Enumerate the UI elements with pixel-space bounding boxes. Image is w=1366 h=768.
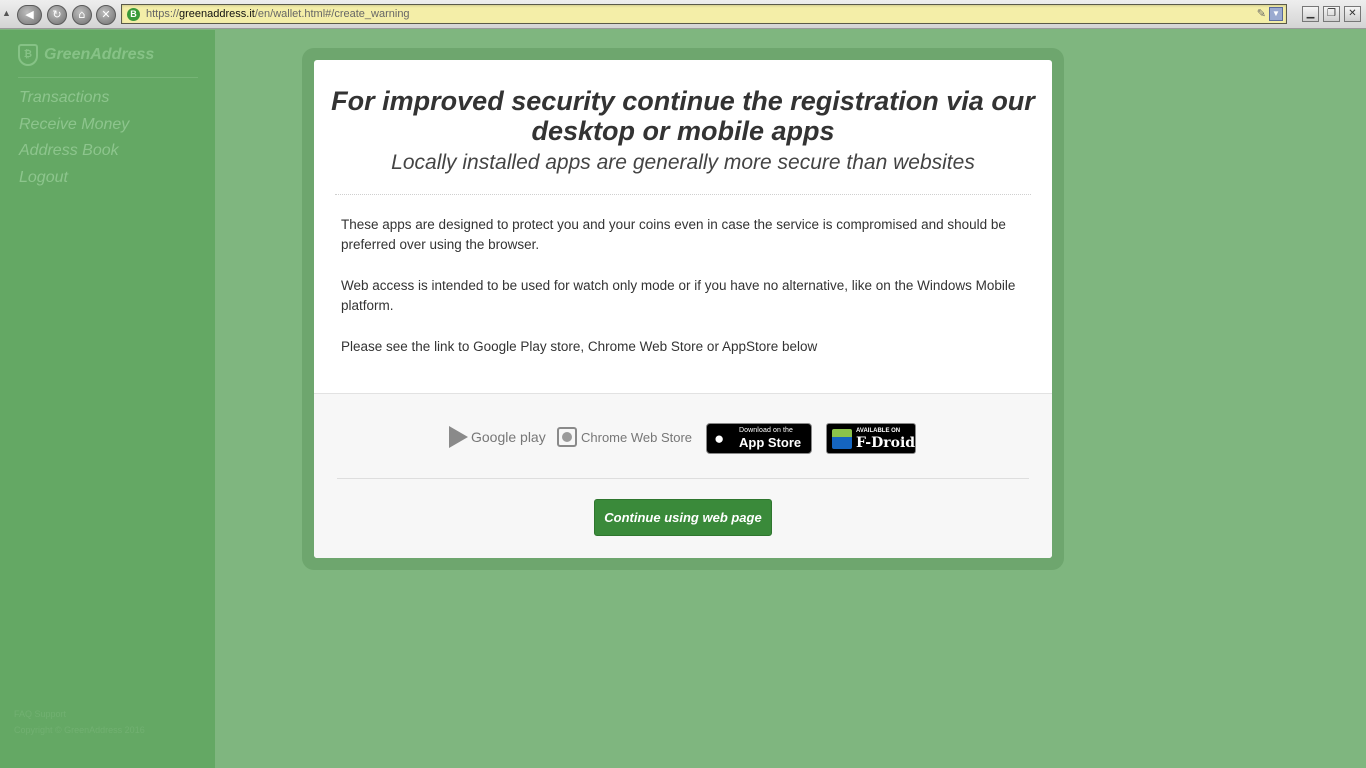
google-play-label: Google play bbox=[471, 429, 546, 445]
create-warning-modal: For improved security continue the regis… bbox=[314, 60, 1052, 558]
toolbar-grip-icon: ▲ bbox=[2, 8, 11, 18]
fdroid-icon bbox=[832, 429, 852, 449]
google-play-icon bbox=[449, 426, 468, 448]
app-store-badge[interactable]: ● Download on the App Store bbox=[706, 423, 812, 454]
sidebar-divider bbox=[18, 77, 198, 78]
copyright: Copyright © GreenAddress 2016 bbox=[14, 725, 145, 735]
browser-toolbar: ▲ ◀ ↻ ⌂ ✕ B https://greenaddress.it/en/w… bbox=[0, 0, 1366, 29]
google-play-link[interactable]: Google play bbox=[449, 426, 546, 448]
history-dropdown-icon[interactable]: ▼ bbox=[1269, 7, 1283, 21]
minimize-icon[interactable]: ▁ bbox=[1302, 6, 1319, 22]
fdroid-small-text: AVAILABLE ON bbox=[856, 428, 901, 434]
sidebar-item-receive-money[interactable]: Receive Money bbox=[19, 115, 129, 142]
site-favicon-icon: B bbox=[127, 8, 140, 21]
url-text[interactable]: https://greenaddress.it/en/wallet.html#/… bbox=[146, 8, 410, 20]
sidebar: ₿ GreenAddress Transactions Receive Mone… bbox=[0, 30, 215, 768]
modal-body: These apps are designed to protect you a… bbox=[341, 215, 1031, 378]
paragraph-store-links: Please see the link to Google Play store… bbox=[341, 339, 818, 354]
paragraph-protect: These apps are designed to protect you a… bbox=[341, 217, 1006, 252]
url-host: greenaddress.it bbox=[179, 8, 255, 20]
home-icon[interactable]: ⌂ bbox=[72, 5, 92, 25]
paragraph-web-access: Web access is intended to be used for wa… bbox=[341, 278, 1016, 313]
sidebar-item-address-book[interactable]: Address Book bbox=[19, 141, 129, 168]
modal-footer: Google play Chrome Web Store ● Download … bbox=[314, 393, 1052, 558]
fdroid-badge[interactable]: AVAILABLE ON F-Droid bbox=[826, 423, 916, 454]
stop-icon[interactable]: ✕ bbox=[96, 5, 116, 25]
app-store-big-text: App Store bbox=[739, 435, 802, 450]
brand-name: GreenAddress bbox=[44, 46, 155, 63]
sidebar-footer: FAQ Support Copyright © GreenAddress 201… bbox=[14, 706, 145, 738]
modal-title: For improved security continue the regis… bbox=[331, 86, 1035, 146]
close-icon[interactable]: ✕ bbox=[1344, 6, 1361, 22]
chrome-web-store-icon bbox=[557, 427, 577, 447]
address-bar[interactable]: B https://greenaddress.it/en/wallet.html… bbox=[121, 4, 1287, 24]
chrome-web-store-label: Chrome Web Store bbox=[581, 429, 693, 445]
chrome-web-store-link[interactable]: Chrome Web Store bbox=[557, 427, 692, 447]
bookmark-pencil-icon[interactable]: ✎ bbox=[1257, 7, 1266, 20]
shield-icon: ₿ bbox=[18, 44, 38, 66]
reload-icon[interactable]: ↻ bbox=[47, 5, 67, 25]
fdroid-big-text: F-Droid bbox=[856, 435, 916, 451]
brand-logo[interactable]: ₿ GreenAddress bbox=[18, 44, 154, 66]
modal-subtitle: Locally installed apps are generally mor… bbox=[391, 151, 975, 174]
footer-links[interactable]: FAQ Support bbox=[14, 706, 145, 722]
app-store-small-text: Download on the bbox=[739, 427, 794, 434]
continue-web-page-button[interactable]: Continue using web page bbox=[594, 499, 772, 536]
back-icon[interactable]: ◀ bbox=[17, 5, 42, 25]
maximize-icon[interactable]: ❐ bbox=[1323, 6, 1340, 22]
sidebar-item-logout[interactable]: Logout bbox=[19, 168, 129, 195]
store-links: Google play Chrome Web Store ● Download … bbox=[314, 422, 1052, 454]
url-path: /en/wallet.html#/create_warning bbox=[254, 8, 410, 20]
sidebar-item-transactions[interactable]: Transactions bbox=[19, 88, 129, 115]
apple-icon: ● bbox=[714, 429, 725, 448]
sidebar-nav: Transactions Receive Money Address Book … bbox=[19, 88, 129, 195]
modal-divider bbox=[335, 194, 1031, 195]
url-scheme: https:// bbox=[146, 8, 180, 20]
footer-divider bbox=[337, 478, 1029, 479]
